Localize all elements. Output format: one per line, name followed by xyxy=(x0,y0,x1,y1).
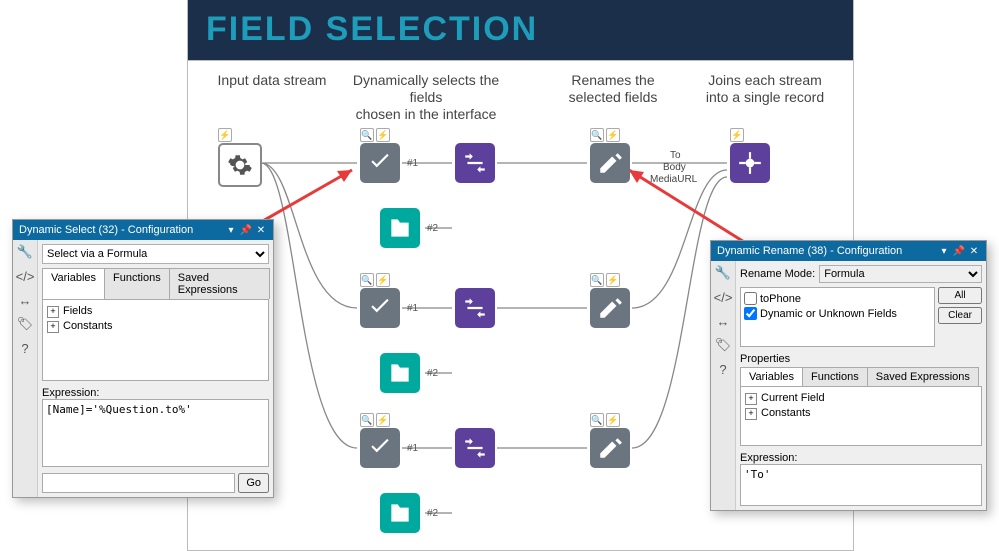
port-2: #2 xyxy=(427,368,438,379)
title-banner: FIELD SELECTION xyxy=(187,0,854,61)
search-icon: 🔍 xyxy=(590,273,604,287)
panel-title[interactable]: Dynamic Rename (38) - Configuration ▾ 📌 … xyxy=(711,241,986,261)
link-icon[interactable]: ↔ xyxy=(715,313,731,329)
tool-dynamic-select-1[interactable] xyxy=(360,143,400,183)
code-icon[interactable]: </> xyxy=(17,268,33,284)
expand-icon[interactable]: + xyxy=(745,393,757,405)
tab-functions[interactable]: Functions xyxy=(802,367,868,386)
chk-tophone[interactable] xyxy=(744,292,757,305)
panel-sidebar: 🔧 </> ↔ 🏷 ? xyxy=(711,261,736,510)
field-mediaurl: MediaURL xyxy=(650,174,697,185)
tab-variables[interactable]: Variables xyxy=(740,367,803,386)
lightning-icon: ⚡ xyxy=(376,128,390,142)
lightning-icon: ⚡ xyxy=(730,128,744,142)
close-icon[interactable]: ✕ xyxy=(968,245,980,257)
field-tophone: toPhone xyxy=(760,293,801,305)
search-icon: 🔍 xyxy=(360,273,374,287)
lightning-icon: ⚡ xyxy=(376,413,390,427)
tool-dynamic-rename-3[interactable] xyxy=(590,428,630,468)
expression-label: Expression: xyxy=(42,387,269,399)
port-2: #2 xyxy=(427,508,438,519)
panel-dynamic-rename: Dynamic Rename (38) - Configuration ▾ 📌 … xyxy=(710,240,987,511)
tool-dynamic-select-3[interactable] xyxy=(360,428,400,468)
tool-map-2[interactable] xyxy=(380,353,420,393)
pin-icon[interactable]: 📌 xyxy=(240,224,252,236)
pin-icon[interactable]: 📌 xyxy=(953,245,965,257)
expand-icon[interactable]: + xyxy=(47,306,59,318)
lightning-icon: ⚡ xyxy=(376,273,390,287)
field-dynamic: Dynamic or Unknown Fields xyxy=(760,308,897,320)
tool-map-1[interactable] xyxy=(380,208,420,248)
tool-map-3[interactable] xyxy=(380,493,420,533)
wrench-icon[interactable]: 🔧 xyxy=(17,244,33,260)
port-1: #1 xyxy=(407,158,418,169)
tool-dynamic-rename-1[interactable] xyxy=(590,143,630,183)
variables-tree[interactable]: + Current Field + Constants xyxy=(740,387,982,446)
close-icon[interactable]: ✕ xyxy=(255,224,267,236)
page-title: FIELD SELECTION xyxy=(188,0,853,49)
field-to: To xyxy=(670,150,681,161)
select-mode[interactable]: Select via a Formula xyxy=(42,244,269,264)
variables-tree[interactable]: + Fields + Constants xyxy=(42,300,269,381)
rename-mode-select[interactable]: Formula xyxy=(819,265,982,283)
tag-icon[interactable]: 🏷 xyxy=(17,316,33,332)
lightning-icon: ⚡ xyxy=(218,128,232,142)
help-icon[interactable]: ? xyxy=(715,361,731,377)
clear-button[interactable]: Clear xyxy=(938,307,982,324)
tabs: Variables Functions Saved Expressions xyxy=(740,367,982,387)
panel-dynamic-select: Dynamic Select (32) - Configuration ▾ 📌 … xyxy=(12,219,274,498)
tabs: Variables Functions Saved Expressions xyxy=(42,268,269,300)
panel-title-text: Dynamic Select (32) - Configuration xyxy=(19,224,193,236)
go-button[interactable]: Go xyxy=(238,473,269,493)
tab-saved-expr[interactable]: Saved Expressions xyxy=(169,268,270,299)
help-icon[interactable]: ? xyxy=(17,340,33,356)
port-2: #2 xyxy=(427,223,438,234)
tab-functions[interactable]: Functions xyxy=(104,268,170,299)
panel-sidebar: 🔧 </> ↔ 🏷 ? xyxy=(13,240,38,497)
panel-title[interactable]: Dynamic Select (32) - Configuration ▾ 📌 … xyxy=(13,220,273,240)
tool-input[interactable] xyxy=(218,143,262,187)
tree-fields[interactable]: Fields xyxy=(63,305,92,317)
search-icon: 🔍 xyxy=(360,128,374,142)
fields-list[interactable]: toPhone Dynamic or Unknown Fields xyxy=(740,287,935,347)
tag-icon[interactable]: 🏷 xyxy=(715,337,731,353)
search-icon: 🔍 xyxy=(360,413,374,427)
panel-title-text: Dynamic Rename (38) - Configuration xyxy=(717,245,902,257)
tree-constants[interactable]: Constants xyxy=(63,320,113,332)
chk-dynamic[interactable] xyxy=(744,307,757,320)
dropdown-icon[interactable]: ▾ xyxy=(938,245,950,257)
code-icon[interactable]: </> xyxy=(715,289,731,305)
tool-dynamic-select-2[interactable] xyxy=(360,288,400,328)
tool-transpose-2[interactable] xyxy=(455,288,495,328)
rename-mode-label: Rename Mode: xyxy=(740,268,815,280)
expression-line-input[interactable] xyxy=(42,473,235,493)
port-1: #1 xyxy=(407,303,418,314)
tool-transpose-3[interactable] xyxy=(455,428,495,468)
port-1: #1 xyxy=(407,443,418,454)
expand-icon[interactable]: + xyxy=(47,321,59,333)
properties-label: Properties xyxy=(740,353,982,365)
link-icon[interactable]: ↔ xyxy=(17,292,33,308)
expand-icon[interactable]: + xyxy=(745,408,757,420)
lightning-icon: ⚡ xyxy=(606,128,620,142)
all-button[interactable]: All xyxy=(938,287,982,304)
expression-label: Expression: xyxy=(740,452,982,464)
dropdown-icon[interactable]: ▾ xyxy=(225,224,237,236)
tree-current-field[interactable]: Current Field xyxy=(761,392,825,404)
tab-variables[interactable]: Variables xyxy=(42,268,105,299)
tool-union[interactable] xyxy=(730,143,770,183)
expression-input[interactable]: 'To' xyxy=(740,464,982,506)
tool-dynamic-rename-2[interactable] xyxy=(590,288,630,328)
tree-constants[interactable]: Constants xyxy=(761,407,811,419)
field-body: Body xyxy=(663,162,686,173)
lightning-icon: ⚡ xyxy=(606,273,620,287)
wrench-icon[interactable]: 🔧 xyxy=(715,265,731,281)
tool-transpose-1[interactable] xyxy=(455,143,495,183)
search-icon: 🔍 xyxy=(590,413,604,427)
lightning-icon: ⚡ xyxy=(606,413,620,427)
search-icon: 🔍 xyxy=(590,128,604,142)
expression-input[interactable]: [Name]='%Question.to%' xyxy=(42,399,269,467)
tab-saved-expr[interactable]: Saved Expressions xyxy=(867,367,979,386)
